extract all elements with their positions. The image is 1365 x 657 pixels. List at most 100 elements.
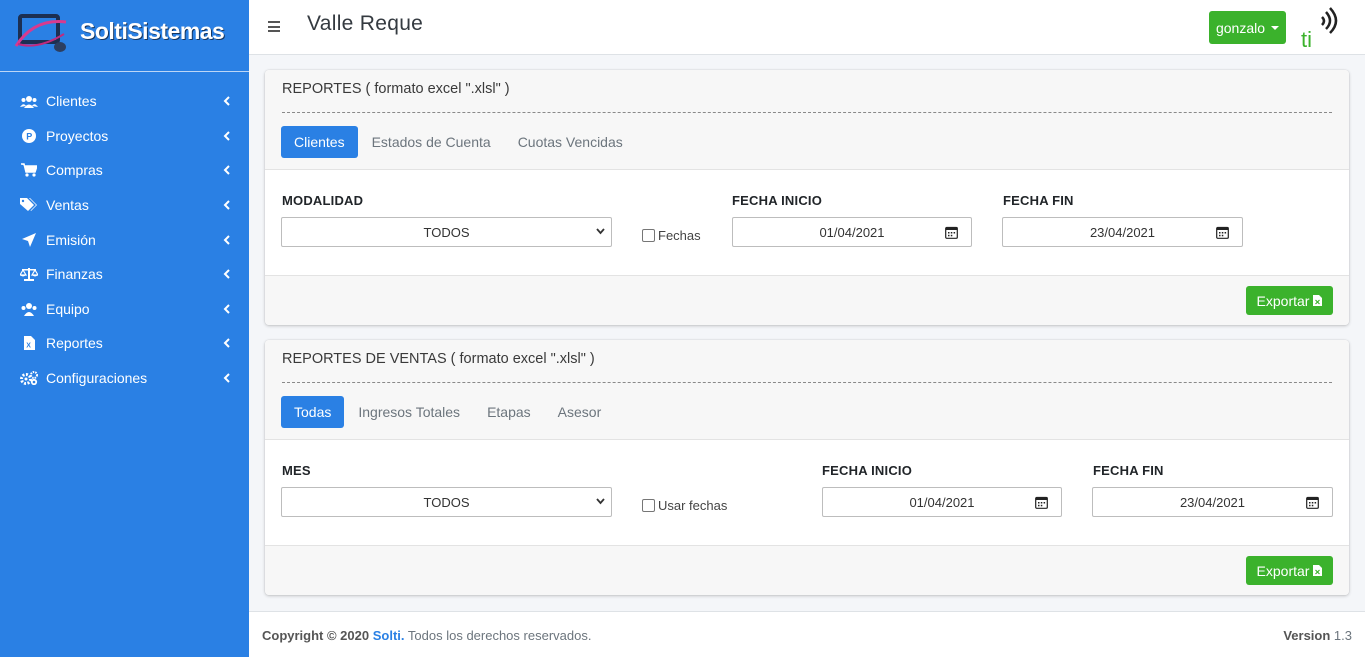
tab-cuotas-vencidas[interactable]: Cuotas Vencidas [505,126,636,158]
fecha-inicio-input[interactable]: 01/04/2021 [822,487,1062,517]
file-icon [1313,295,1323,306]
sidebar-item-finanzas[interactable]: Finanzas [0,257,249,292]
sidebar-nav: Clientes P Proyectos Compras Ventas Emis… [0,84,249,395]
mes-selected-value: TODOS [423,494,470,510]
checkbox-box[interactable] [642,499,655,512]
version-info: Version 1.3 [1283,628,1352,643]
fecha-inicio-value: 01/04/2021 [909,494,975,510]
calendar-icon[interactable] [1035,496,1048,509]
fecha-fin-input[interactable]: 23/04/2021 [1002,217,1243,247]
fecha-fin-value: 23/04/2021 [1179,494,1246,510]
card-body: MES TODOS Usar fechas FECHA INICIO 01/04… [265,440,1349,546]
chevron-left-icon [223,131,230,141]
fecha-fin-input[interactable]: 23/04/2021 [1092,487,1333,517]
tab-asesor[interactable]: Asesor [545,396,615,428]
sidebar-item-label: Proyectos [46,127,109,144]
card-header: REPORTES DE VENTAS ( formato excel ".xls… [265,340,1349,440]
exportar-button[interactable]: Exportar [1246,556,1333,585]
sidebar-item-label: Equipo [46,300,90,317]
card-footer: Exportar [265,546,1349,595]
users-icon [20,94,38,108]
sidebar-item-label: Emisión [46,231,96,248]
calendar-icon[interactable] [1216,226,1229,239]
dashed-divider [282,382,1332,383]
user-name: gonzalo [1215,19,1266,36]
sidebar-item-proyectos[interactable]: P Proyectos [0,119,249,154]
fecha-fin-value: 23/04/2021 [1089,224,1156,240]
calendar-icon[interactable] [1306,496,1319,509]
svg-text:X: X [26,343,31,350]
copyright-year: Copyright © 2020 [262,628,370,643]
page-footer: Copyright © 2020 Solti. Todos los derech… [249,611,1365,657]
tab-etapas[interactable]: Etapas [474,396,544,428]
brand-logo[interactable]: SoltiSistemas [0,0,249,72]
calendar-icon[interactable] [945,226,958,239]
sales-report-tabs: Todas Ingresos Totales Etapas Asesor [281,396,615,428]
tab-estados-de-cuenta[interactable]: Estados de Cuenta [359,126,504,158]
card-header: REPORTES ( formato excel ".xlsl" ) Clien… [265,70,1349,170]
cart-icon [20,163,38,178]
fecha-fin-label: FECHA FIN [1093,463,1164,478]
exportar-label: Exportar [1256,562,1310,579]
reportes-ventas-card: REPORTES DE VENTAS ( formato excel ".xls… [265,340,1349,595]
fecha-inicio-value: 01/04/2021 [819,224,885,240]
usar-fechas-checkbox[interactable]: Usar fechas [642,498,727,513]
sidebar-item-compras[interactable]: Compras [0,153,249,188]
sidebar-item-equipo[interactable]: Equipo [0,292,249,327]
chevron-left-icon [223,338,230,349]
fechas-checkbox[interactable]: Fechas [642,228,701,243]
menu-toggle-icon[interactable] [268,21,280,33]
modalidad-select[interactable]: TODOS [281,217,612,247]
chevron-left-icon [223,373,230,383]
fecha-inicio-input[interactable]: 01/04/2021 [732,217,972,247]
sidebar-item-label: Ventas [46,197,89,214]
ti-logo-text: ti [1301,27,1312,49]
report-tabs: Clientes Estados de Cuenta Cuotas Vencid… [281,126,637,158]
sidebar-item-configuraciones[interactable]: Configuraciones [0,361,249,396]
top-navbar: Valle Reque gonzalo ti [249,0,1365,55]
sidebar-item-label: Configuraciones [46,370,148,387]
dashed-divider [282,112,1332,113]
fecha-inicio-label: FECHA INICIO [732,193,823,208]
modalidad-selected-value: TODOS [423,224,470,240]
sidebar-item-label: Finanzas [46,266,103,283]
sidebar: SoltiSistemas Clientes P Proyectos Compr… [0,0,249,657]
sidebar-item-emision[interactable]: Emisión [0,222,249,257]
chevron-left-icon [223,200,230,210]
monitor-mouse-logo-icon [14,14,67,52]
reportes-card: REPORTES ( formato excel ".xlsl" ) Clien… [265,70,1349,325]
excel-file-icon: X [20,336,38,351]
fecha-inicio-label: FECHA INICIO [822,463,913,478]
balance-icon [20,267,38,282]
modalidad-label: MODALIDAD [282,193,364,208]
usar-fechas-label: Usar fechas [658,498,728,513]
card-body: MODALIDAD TODOS Fechas FECHA INICIO 01/0… [265,170,1349,276]
checkbox-box[interactable] [642,229,655,242]
sidebar-item-label: Compras [46,162,103,179]
company-link[interactable]: Solti. [373,628,405,643]
sidebar-item-reportes[interactable]: X Reportes [0,326,249,361]
chevron-left-icon [223,96,230,107]
chevron-left-icon [223,234,230,245]
copyright-text: Copyright © 2020 Solti. Todos los derech… [262,628,591,643]
mes-select[interactable]: TODOS [281,487,612,517]
ti-logo-icon: ti [1300,7,1340,49]
card-title: REPORTES ( formato excel ".xlsl" ) [282,81,510,97]
tab-ingresos-totales[interactable]: Ingresos Totales [345,396,473,428]
sidebar-item-ventas[interactable]: Ventas [0,188,249,223]
version-label: Version [1283,628,1331,643]
gears-icon [20,371,38,386]
version-value: 1.3 [1333,628,1352,643]
chevron-down-icon [596,228,605,235]
card-title: REPORTES DE VENTAS ( formato excel ".xls… [282,351,595,367]
tab-clientes[interactable]: Clientes [281,126,358,158]
tab-todas[interactable]: Todas [281,396,345,428]
user-dropdown-button[interactable]: gonzalo [1209,11,1286,44]
tags-icon [20,198,38,212]
exportar-button[interactable]: Exportar [1246,286,1333,315]
mes-label: MES [282,463,311,478]
send-icon [20,232,38,247]
sidebar-item-clientes[interactable]: Clientes [0,84,249,119]
chevron-left-icon [223,304,230,314]
team-icon [20,302,38,316]
